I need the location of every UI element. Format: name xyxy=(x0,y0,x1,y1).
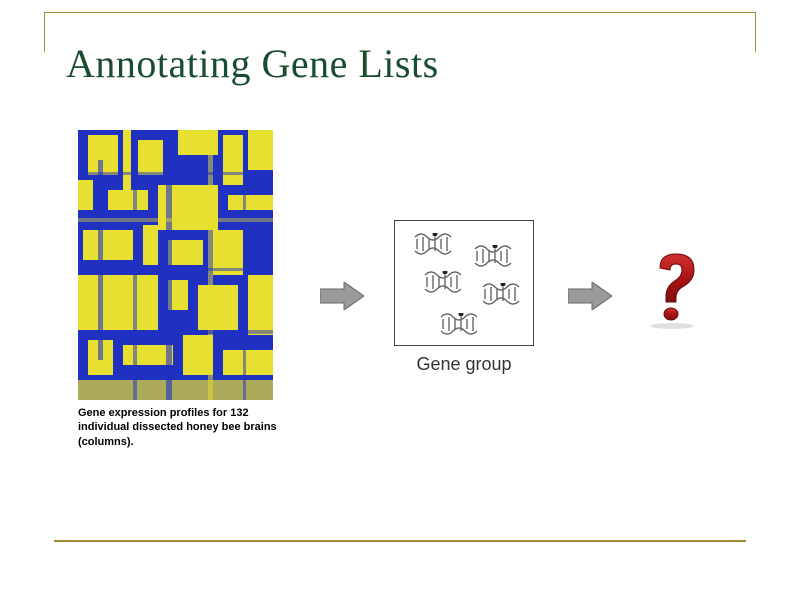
dna-helix-icon xyxy=(439,313,479,340)
bottom-divider xyxy=(54,540,746,542)
arrow-right-icon xyxy=(320,282,364,310)
arrow-right-icon xyxy=(568,282,612,310)
question-mark-icon xyxy=(640,250,710,330)
heatmap-svg xyxy=(78,130,273,400)
dna-helix-icon xyxy=(423,271,463,298)
slide-title: Annotating Gene Lists xyxy=(62,40,443,87)
dna-helix-icon xyxy=(413,233,453,260)
dna-helix-icon xyxy=(473,245,513,272)
gene-group-box xyxy=(394,220,534,346)
gene-group-label: Gene group xyxy=(394,354,534,375)
heatmap-caption: Gene expression profiles for 132 individ… xyxy=(78,406,278,449)
slide-content: Gene expression profiles for 132 individ… xyxy=(0,120,800,600)
heatmap-figure: Gene expression profiles for 132 individ… xyxy=(78,130,273,400)
dna-helix-icon xyxy=(481,283,521,310)
heatmap-image xyxy=(78,130,273,400)
